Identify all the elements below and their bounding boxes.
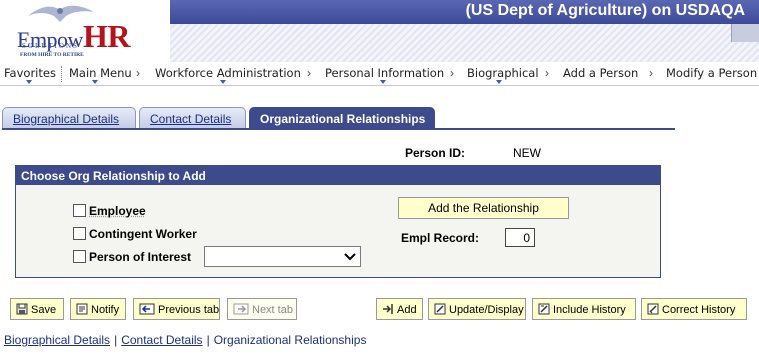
include-history-label: Include History xyxy=(553,304,626,316)
person-of-interest-label[interactable]: Person of Interest xyxy=(89,250,191,264)
arrow-left-icon xyxy=(139,303,155,315)
app-header: (US Dept of Agriculture) on USDAQA Empow… xyxy=(0,0,759,62)
save-button[interactable]: Save xyxy=(10,298,64,320)
employee-option[interactable]: Employee xyxy=(73,203,146,219)
pencil-icon xyxy=(434,303,446,315)
empowhr-logo: EmpowHR SOLUTIONS FROM HIRE TO RETIRE xyxy=(0,0,170,62)
tab-organizational-relationships[interactable]: Organizational Relationships xyxy=(249,107,435,129)
include-history-button[interactable]: Include History xyxy=(532,298,636,320)
add-icon xyxy=(383,304,393,314)
arrow-right-icon xyxy=(233,303,249,315)
footer-tab-links: Biographical Details | Contact Details | Org… xyxy=(4,333,366,347)
employee-checkbox[interactable] xyxy=(73,204,86,218)
logo-subtitle: SOLUTIONS xyxy=(22,42,79,50)
save-label: Save xyxy=(31,304,57,316)
update-display-button[interactable]: Update/Display xyxy=(428,298,526,320)
notify-button[interactable]: Notify xyxy=(70,298,126,320)
add-button[interactable]: Add xyxy=(376,298,423,320)
logo-tagline: FROM HIRE TO RETIRE xyxy=(20,52,84,58)
person-id-label: Person ID: xyxy=(405,146,466,160)
add-label: Add xyxy=(397,304,417,316)
header-band: (US Dept of Agriculture) on USDAQA xyxy=(160,0,759,24)
breadcrumb-separator-icon: › xyxy=(136,66,140,80)
header-pattern xyxy=(160,24,759,62)
previous-tab-label: Previous tab xyxy=(158,304,220,316)
history-icon xyxy=(538,303,550,315)
person-of-interest-checkbox[interactable] xyxy=(73,250,86,264)
environment-title: (US Dept of Agriculture) on USDAQA xyxy=(465,2,745,19)
org-relationship-group: Choose Org Relationship to Add Employee … xyxy=(15,165,661,278)
main-menu-caret-icon[interactable] xyxy=(92,80,98,84)
next-tab-label: Next tab xyxy=(252,304,293,316)
empl-record-label: Empl Record: xyxy=(401,231,480,245)
empl-record-field[interactable]: 0 xyxy=(505,228,535,247)
footer-current-page: Organizational Relationships xyxy=(213,333,367,347)
person-of-interest-option[interactable]: Person of Interest xyxy=(73,249,191,265)
nav-divider xyxy=(61,66,62,82)
correct-history-label: Correct History xyxy=(662,304,736,316)
person-id-value: NEW xyxy=(513,146,541,160)
update-display-label: Update/Display xyxy=(449,304,524,316)
previous-tab-button[interactable]: Previous tab xyxy=(133,298,220,320)
footer-separator: | xyxy=(206,333,210,347)
nav-main-menu[interactable]: Main Menu xyxy=(69,66,132,80)
group-title: Choose Org Relationship to Add xyxy=(16,166,660,185)
correct-history-icon xyxy=(647,303,659,315)
notify-icon xyxy=(76,303,88,315)
contingent-worker-option[interactable]: Contingent Worker xyxy=(73,226,197,242)
nav-workforce-administration[interactable]: Workforce Administration xyxy=(155,66,301,80)
breadcrumb-separator-icon: › xyxy=(307,66,311,80)
breadcrumb-separator-icon: › xyxy=(545,66,549,80)
biographical-caret-icon[interactable] xyxy=(496,80,502,84)
nav-modify-a-person[interactable]: Modify a Person xyxy=(666,66,757,80)
add-relationship-button[interactable]: Add the Relationship xyxy=(398,197,569,219)
person-of-interest-type-select[interactable] xyxy=(204,246,361,267)
save-icon xyxy=(16,303,28,315)
personal-info-caret-icon[interactable] xyxy=(380,80,386,84)
breadcrumb: Favorites Main Menu › Workforce Administ… xyxy=(0,62,759,86)
nav-biographical[interactable]: Biographical xyxy=(467,66,539,80)
tab-contact-details[interactable]: Contact Details xyxy=(139,107,246,129)
contingent-worker-checkbox[interactable] xyxy=(73,227,86,241)
page-tabs: Biographical Details Contact Details Org… xyxy=(2,107,675,129)
footer-link-biographical-details[interactable]: Biographical Details xyxy=(4,333,110,347)
next-tab-button[interactable]: Next tab xyxy=(227,298,297,320)
notify-label: Notify xyxy=(91,304,120,316)
footer-link-contact-details[interactable]: Contact Details xyxy=(121,333,202,347)
chevron-down-icon[interactable] xyxy=(344,252,356,262)
employee-label[interactable]: Employee xyxy=(89,204,146,218)
footer-separator: | xyxy=(114,333,118,347)
nav-favorites[interactable]: Favorites xyxy=(4,66,56,80)
nav-add-a-person[interactable]: Add a Person xyxy=(563,66,638,80)
nav-personal-information[interactable]: Personal Information xyxy=(325,66,444,80)
correct-history-button[interactable]: Correct History xyxy=(641,298,747,320)
contingent-worker-label[interactable]: Contingent Worker xyxy=(89,227,197,241)
favorites-caret-icon[interactable] xyxy=(26,80,32,84)
tab-biographical-details[interactable]: Biographical Details xyxy=(2,107,136,129)
header-corner-tab xyxy=(731,24,759,42)
tabs-underline xyxy=(2,128,675,130)
workforce-caret-icon[interactable] xyxy=(220,80,226,84)
breadcrumb-separator-icon: › xyxy=(649,66,653,80)
breadcrumb-separator-icon: › xyxy=(450,66,454,80)
